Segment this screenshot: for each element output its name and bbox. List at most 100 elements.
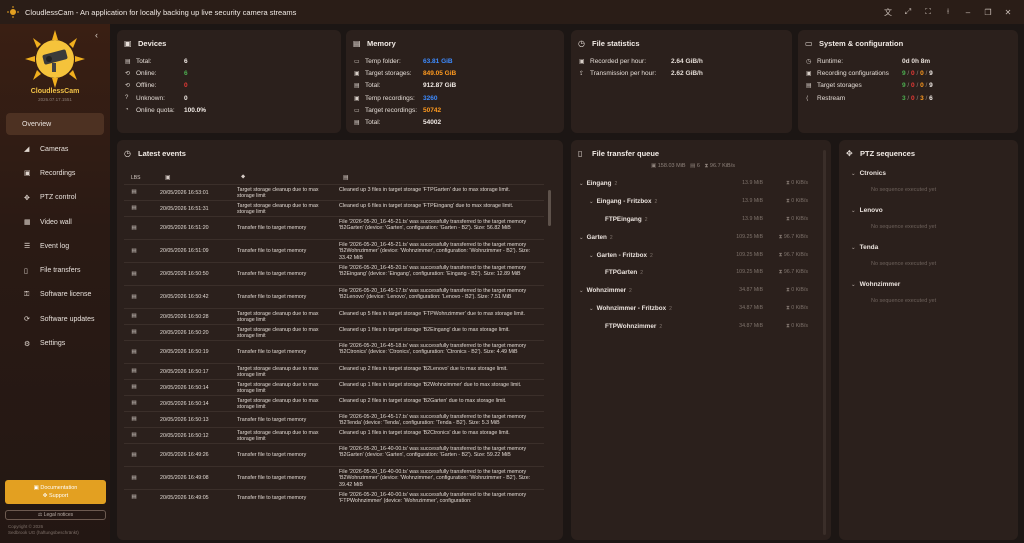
documentation-support-button[interactable]: ▣ Documentation ✥ Support	[5, 480, 106, 504]
chevron-down-icon[interactable]: ⌄	[579, 235, 584, 241]
chevron-down-icon[interactable]: ⌄	[589, 253, 594, 259]
queue-item-name: ⌄ Wohnzimmer - Fritzbox 2	[589, 305, 672, 313]
sidebar-item-ptz-control[interactable]: ✥ PTZ control	[6, 186, 104, 210]
stat-value: 849.05 GiB	[423, 69, 457, 77]
collapse-sidebar-icon[interactable]: ‹	[95, 30, 98, 40]
fit-icon[interactable]: ⤢	[898, 7, 918, 17]
event-row[interactable]: ▤ 20/05/2026 16:49:26 Transfer file to tar…	[124, 443, 544, 466]
list-icon: ☰	[24, 243, 31, 251]
latest-events-panel: ◷ Latest events LBS ▣ ⬥ ▤ ▤ 20/05/2026 16:…	[117, 140, 563, 540]
close-icon[interactable]: ✕	[998, 8, 1018, 17]
event-row[interactable]: ▤ 20/05/2026 16:50:19 Transfer file to tar…	[124, 340, 544, 363]
event-message: Cleaned up 6 files in target storage 'FT…	[339, 202, 514, 209]
sidebar-item-label: Event log	[40, 242, 70, 250]
queue-item-name: ⌄ Wohnzimmer 2	[579, 287, 632, 295]
chevron-down-icon[interactable]: ⌄	[851, 245, 856, 251]
sidebar-item-recordings[interactable]: ▣ Recordings	[6, 161, 104, 185]
sidebar-item-software-updates[interactable]: ⟳ Software updates	[6, 307, 104, 331]
queue-tree: ⌄ Eingang 2 13.9 MiB ⧗ 0 KiB/s ⌄ Eingang - Fri…	[579, 180, 827, 341]
queue-scrollbar[interactable]	[823, 150, 826, 535]
ptz-group: ⌄ Wohnzimmer No sequence executed yet	[851, 281, 1011, 318]
pin-icon[interactable]: ⍿	[938, 7, 958, 17]
ptz-group: ⌄ Lenovo No sequence executed yet	[851, 207, 1011, 244]
event-row[interactable]: ▤ 20/05/2026 16:50:28 Target storage clean…	[124, 308, 544, 324]
queue-item-name: FTPEingang 2	[605, 215, 648, 223]
event-type: Target storage cleanup due to max storag…	[237, 381, 319, 395]
sidebar-item-event-log[interactable]: ☰ Event log	[6, 234, 104, 258]
stat-icon: ▤	[806, 83, 812, 90]
event-date: 20/05/2026 16:49:08	[160, 475, 209, 481]
event-row[interactable]: ▤ 20/05/2026 16:50:50 Transfer file to tar…	[124, 262, 544, 285]
event-row[interactable]: ▤ 20/05/2026 16:51:20 Transfer file to tar…	[124, 216, 544, 239]
event-row[interactable]: ▤ 20/05/2026 16:50:14 Target storage clean…	[124, 395, 544, 411]
event-row[interactable]: ▤ 20/05/2026 16:49:08 Transfer file to tar…	[124, 466, 544, 489]
event-row[interactable]: ▤ 20/05/2026 16:51:09 Transfer file to tar…	[124, 239, 544, 262]
sidebar-item-settings[interactable]: ⚙ Settings	[6, 331, 104, 355]
stat-value: 6	[184, 57, 188, 65]
queue-item[interactable]: ⌄ Eingang 2 13.9 MiB ⧗ 0 KiB/s	[579, 180, 827, 198]
ptz-group-name[interactable]: ⌄ Tenda	[851, 244, 878, 251]
chevron-down-icon[interactable]: ⌄	[579, 181, 584, 187]
doc-icon: ▤	[131, 432, 137, 438]
stat-value: 3 / 0 / 3 / 6	[902, 94, 933, 102]
queue-item[interactable]: FTPEingang 2 13.9 MiB ⧗ 0 KiB/s	[579, 216, 827, 234]
fullscreen-icon[interactable]: ⛶	[918, 7, 938, 17]
legal-notices-button[interactable]: ⚖ Legal notices	[5, 510, 106, 520]
ptz-sequences-title: ✥ PTZ sequences	[846, 149, 916, 158]
window-title: CloudlessCam - An application for locall…	[25, 7, 297, 17]
queue-item[interactable]: ⌄ Eingang - Fritzbox 2 13.9 MiB ⧗ 0 KiB/s	[579, 198, 827, 216]
queue-item[interactable]: ⌄ Wohnzimmer - Fritzbox 2 34.87 MiB ⧗ 0 KiB/…	[579, 305, 827, 323]
chevron-down-icon[interactable]: ⌄	[589, 306, 594, 312]
system-panel: ▭ System & configuration ◷ Runtime: 0d 0h 8…	[798, 30, 1018, 133]
sidebar-item-video-wall[interactable]: ▦ Video wall	[6, 210, 104, 234]
event-row[interactable]: ▤ 20/05/2026 16:50:20 Target storage clean…	[124, 324, 544, 340]
file-icon: ▯	[578, 149, 583, 158]
event-row[interactable]: ▤ 20/05/2026 16:51:31 Target storage clean…	[124, 200, 544, 216]
events-table: ▤ 20/05/2026 16:53:01 Target storage clean…	[124, 184, 544, 505]
chevron-down-icon[interactable]: ⌄	[589, 199, 594, 205]
stat-icon: ▭	[354, 58, 360, 65]
queue-item[interactable]: ⌄ Garten - Fritzbox 2 109.25 MiB ⧗ 96.7 KiB/…	[579, 252, 827, 270]
chevron-down-icon[interactable]: ⌄	[579, 288, 584, 294]
sidebar-item-cameras[interactable]: ◢ Cameras	[6, 137, 104, 161]
file-transfer-queue-title: ▯ File transfer queue	[578, 149, 660, 158]
event-row[interactable]: ▤ 20/05/2026 16:50:12 Target storage clean…	[124, 427, 544, 443]
doc-icon: ▤	[131, 416, 137, 422]
devices-row: ⟲ Online: 6	[125, 67, 206, 79]
ptz-group-name[interactable]: ⌄ Wohnzimmer	[851, 281, 900, 288]
event-row[interactable]: ▤ 20/05/2026 16:50:17 Target storage clean…	[124, 363, 544, 379]
sidebar-item-overview[interactable]: ⌂Overview	[6, 113, 104, 135]
minimize-icon[interactable]: –	[958, 8, 978, 17]
message-icon[interactable]: ▤	[343, 174, 349, 181]
event-type: Target storage cleanup due to max storag…	[237, 365, 319, 379]
events-scrollbar[interactable]	[548, 190, 551, 226]
event-row[interactable]: ▤ 20/05/2026 16:50:42 Transfer file to tar…	[124, 285, 544, 308]
queue-item[interactable]: FTPWohnzimmer 2 34.87 MiB ⧗ 0 KiB/s	[579, 323, 827, 341]
tag-icon[interactable]: ⬥	[241, 174, 245, 181]
stat-label: Total:	[136, 57, 152, 65]
sidebar-item-software-license[interactable]: ⚿ Software license	[6, 283, 104, 307]
chevron-down-icon[interactable]: ⌄	[851, 208, 856, 214]
queue-item-count: 2	[659, 324, 663, 331]
calendar-icon[interactable]: ▣	[165, 174, 171, 181]
stat-label: Restream	[817, 94, 846, 102]
queue-item-name: ⌄ Eingang - Fritzbox 2	[589, 197, 658, 205]
chevron-down-icon[interactable]: ⌄	[851, 282, 856, 288]
sidebar-item-label: PTZ control	[40, 194, 77, 202]
queue-item[interactable]: FTPGarten 2 109.25 MiB ⧗ 96.7 KiB/s	[579, 269, 827, 287]
update-icon: ⟳	[24, 316, 30, 324]
queue-item[interactable]: ⌄ Wohnzimmer 2 34.87 MiB ⧗ 0 KiB/s	[579, 287, 827, 305]
stat-label: Unknown:	[136, 94, 165, 102]
ptz-group-name[interactable]: ⌄ Ctronics	[851, 170, 886, 177]
event-row[interactable]: ▤ 20/05/2026 16:49:05 Transfer file to tar…	[124, 489, 544, 505]
chevron-down-icon[interactable]: ⌄	[851, 171, 856, 177]
restore-icon[interactable]: ❐	[978, 8, 998, 17]
event-type: Target storage cleanup due to max storag…	[237, 186, 319, 200]
event-row[interactable]: ▤ 20/05/2026 16:53:01 Target storage clean…	[124, 184, 544, 200]
event-row[interactable]: ▤ 20/05/2026 16:50:14 Target storage clean…	[124, 379, 544, 395]
translate-icon[interactable]: 文	[878, 7, 898, 18]
sidebar-item-file-transfers[interactable]: ▯ File transfers	[6, 258, 104, 282]
ptz-group-name[interactable]: ⌄ Lenovo	[851, 207, 883, 214]
queue-item[interactable]: ⌄ Garten 2 109.25 MiB ⧗ 96.7 KiB/s	[579, 234, 827, 252]
event-row[interactable]: ▤ 20/05/2026 16:50:13 Transfer file to tar…	[124, 411, 544, 427]
